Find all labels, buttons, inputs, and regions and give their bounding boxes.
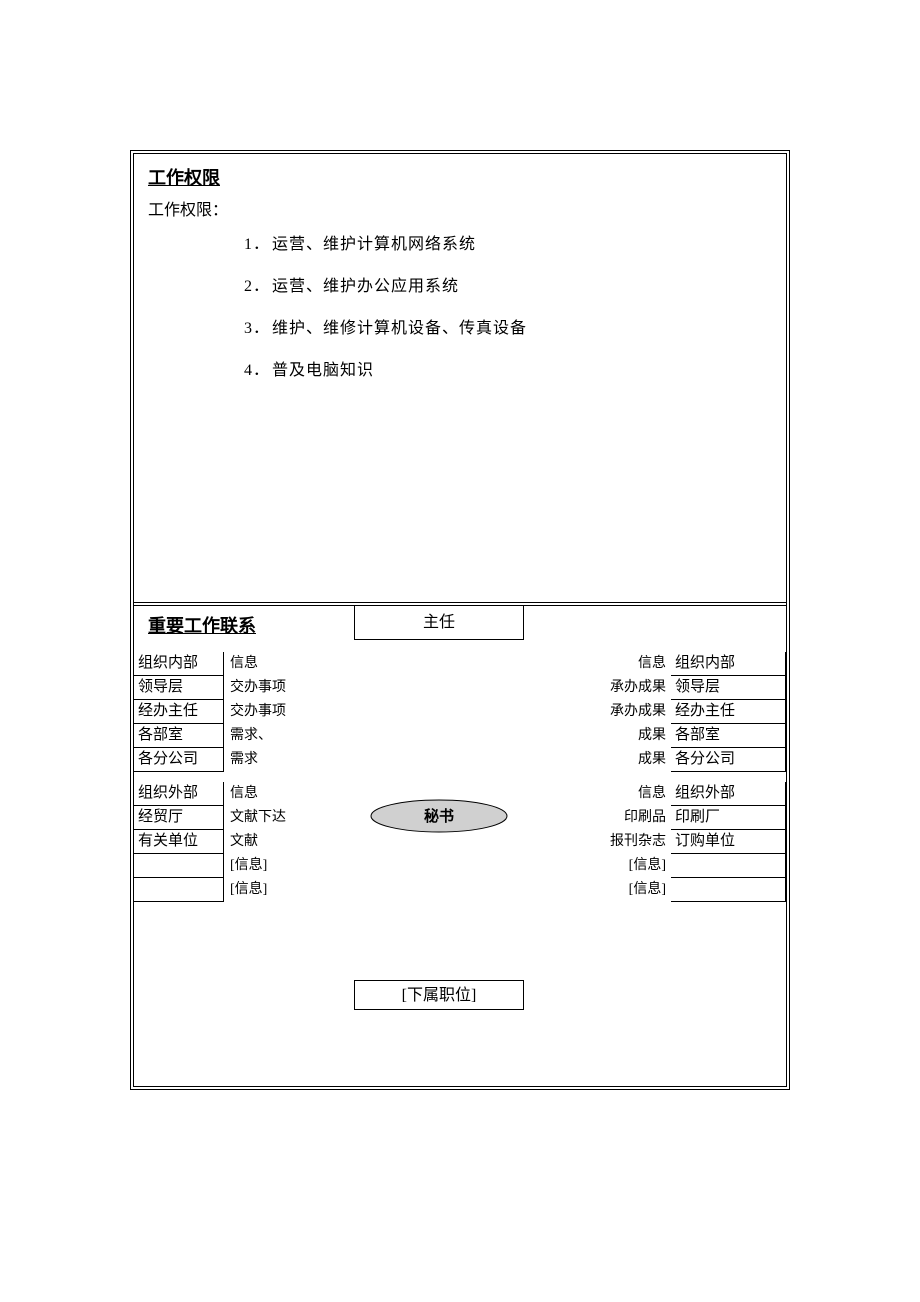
entity-cell: 领导层 xyxy=(134,676,224,700)
group-gap xyxy=(228,772,348,782)
entity-cell: 组织外部 xyxy=(671,782,786,806)
arrow-right-icon xyxy=(510,810,528,812)
info-label: 信息 xyxy=(228,782,348,806)
group-gap xyxy=(134,772,224,782)
subordinate-box: [下属职位] xyxy=(354,980,524,1010)
info-label: 承办成果 xyxy=(548,676,668,700)
entity-cell: 经办主任 xyxy=(134,700,224,724)
entity-cell: 组织内部 xyxy=(134,652,224,676)
list-item: 1．运营、维护计算机网络系统 xyxy=(244,230,772,254)
info-label: 印刷品 xyxy=(548,806,668,830)
section-contacts: 重要工作联系 主任 [下属职位] 组织内部 领导层 经办主任 各部室 各分公司 … xyxy=(134,606,786,1086)
info-label: 文献下达 xyxy=(228,806,348,830)
right-entity-column: 组织内部 领导层 经办主任 各部室 各分公司 组织外部 印刷厂 订购单位 xyxy=(671,652,786,902)
entity-cell: 订购单位 xyxy=(671,830,786,854)
page: 工作权限 工作权限： 1．运营、维护计算机网络系统 2．运营、维护办公应用系统 … xyxy=(0,0,920,1302)
entity-cell: 印刷厂 xyxy=(671,806,786,830)
info-label: 交办事项 xyxy=(228,700,348,724)
entity-cell xyxy=(671,854,786,878)
entity-cell: 各部室 xyxy=(134,724,224,748)
entity-cell xyxy=(134,878,224,902)
list-item: 3．维护、维修计算机设备、传真设备 xyxy=(244,314,772,338)
info-label: 文献 xyxy=(228,830,348,854)
entity-cell: 各分公司 xyxy=(671,748,786,772)
center-role-node: 秘书 xyxy=(369,798,509,834)
right-info-column: 信息 承办成果 承办成果 成果 成果 信息 印刷品 报刊杂志 [信息] [信息] xyxy=(548,652,668,902)
section1-title: 工作权限 xyxy=(148,164,772,190)
info-label: 成果 xyxy=(548,724,668,748)
list-item: 4．普及电脑知识 xyxy=(244,356,772,380)
entity-cell: 经办主任 xyxy=(671,700,786,724)
info-label: 成果 xyxy=(548,748,668,772)
entity-cell: 领导层 xyxy=(671,676,786,700)
info-label: 交办事项 xyxy=(228,676,348,700)
info-label: 信息 xyxy=(228,652,348,676)
info-label: 需求、 xyxy=(228,724,348,748)
document-frame: 工作权限 工作权限： 1．运营、维护计算机网络系统 2．运营、维护办公应用系统 … xyxy=(130,150,790,1090)
entity-cell: 有关单位 xyxy=(134,830,224,854)
section2-title: 重要工作联系 xyxy=(148,612,256,638)
info-label: [信息] xyxy=(548,854,668,878)
left-info-column: 信息 交办事项 交办事项 需求、 需求 信息 文献下达 文献 [信息] [信息] xyxy=(228,652,348,902)
section-permissions: 工作权限 工作权限： 1．运营、维护计算机网络系统 2．运营、维护办公应用系统 … xyxy=(134,154,786,380)
info-label: 信息 xyxy=(548,652,668,676)
info-label: [信息] xyxy=(548,878,668,902)
section1-label: 工作权限： xyxy=(148,196,772,220)
entity-cell: 各分公司 xyxy=(134,748,224,772)
info-label: 需求 xyxy=(228,748,348,772)
center-role-label: 秘书 xyxy=(424,807,454,825)
permissions-list: 1．运营、维护计算机网络系统 2．运营、维护办公应用系统 3．维护、维修计算机设… xyxy=(148,230,772,380)
info-label: [信息] xyxy=(228,878,348,902)
group-gap xyxy=(671,772,786,782)
ellipse-icon: 秘书 xyxy=(369,798,509,834)
info-label: 承办成果 xyxy=(548,700,668,724)
entity-cell xyxy=(671,878,786,902)
info-label: 报刊杂志 xyxy=(548,830,668,854)
arrow-left-icon xyxy=(352,810,368,812)
info-label: 信息 xyxy=(548,782,668,806)
left-entity-column: 组织内部 领导层 经办主任 各部室 各分公司 组织外部 经贸厅 有关单位 xyxy=(134,652,224,902)
info-label: [信息] xyxy=(228,854,348,878)
group-gap xyxy=(548,772,668,782)
entity-cell: 组织内部 xyxy=(671,652,786,676)
entity-cell: 各部室 xyxy=(671,724,786,748)
list-item: 2．运营、维护办公应用系统 xyxy=(244,272,772,296)
entity-cell: 经贸厅 xyxy=(134,806,224,830)
entity-cell xyxy=(134,854,224,878)
entity-cell: 组织外部 xyxy=(134,782,224,806)
supervisor-box: 主任 xyxy=(354,606,524,640)
